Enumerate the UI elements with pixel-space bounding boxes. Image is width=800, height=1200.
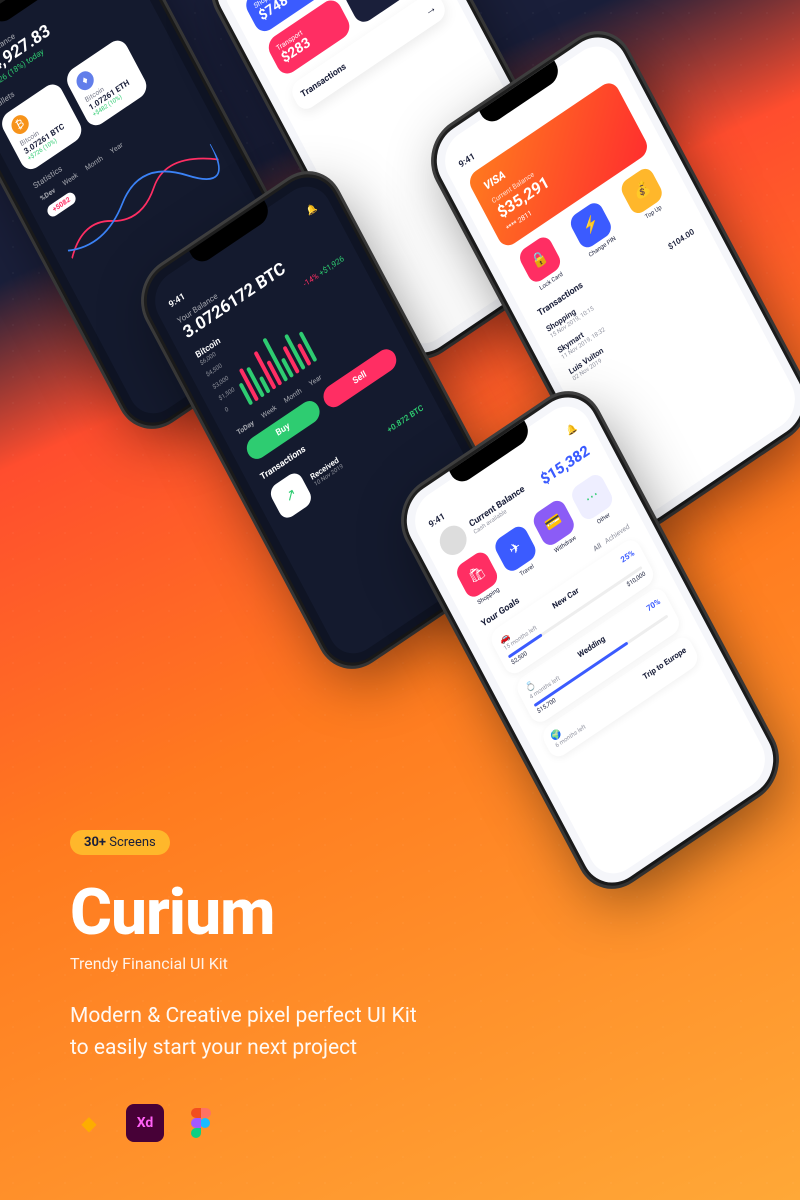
screens-badge: 30+ Screens [70,830,170,855]
avatar[interactable] [435,520,471,560]
bell-icon[interactable]: 🔔 [305,203,319,218]
status-time: 9:41 [167,292,187,311]
sketch-icon: ◆ [70,1104,108,1142]
xd-icon: Xd [126,1104,164,1142]
product-subtitle: Trendy Financial UI Kit [70,954,417,973]
hero-section: 30+ Screens Curium Trendy Financial UI K… [70,830,417,1142]
received-icon: ↗ [267,470,314,522]
product-description: Modern & Creative pixel perfect UI Kit t… [70,1001,417,1064]
bell-icon[interactable]: 🔔 [565,423,579,438]
tx-amount: +0.872 BTC [386,403,425,435]
arrow-right-icon: → [422,0,439,19]
figma-icon [182,1104,220,1142]
product-title: Curium [70,875,417,950]
status-time: 9:41 [427,512,447,531]
